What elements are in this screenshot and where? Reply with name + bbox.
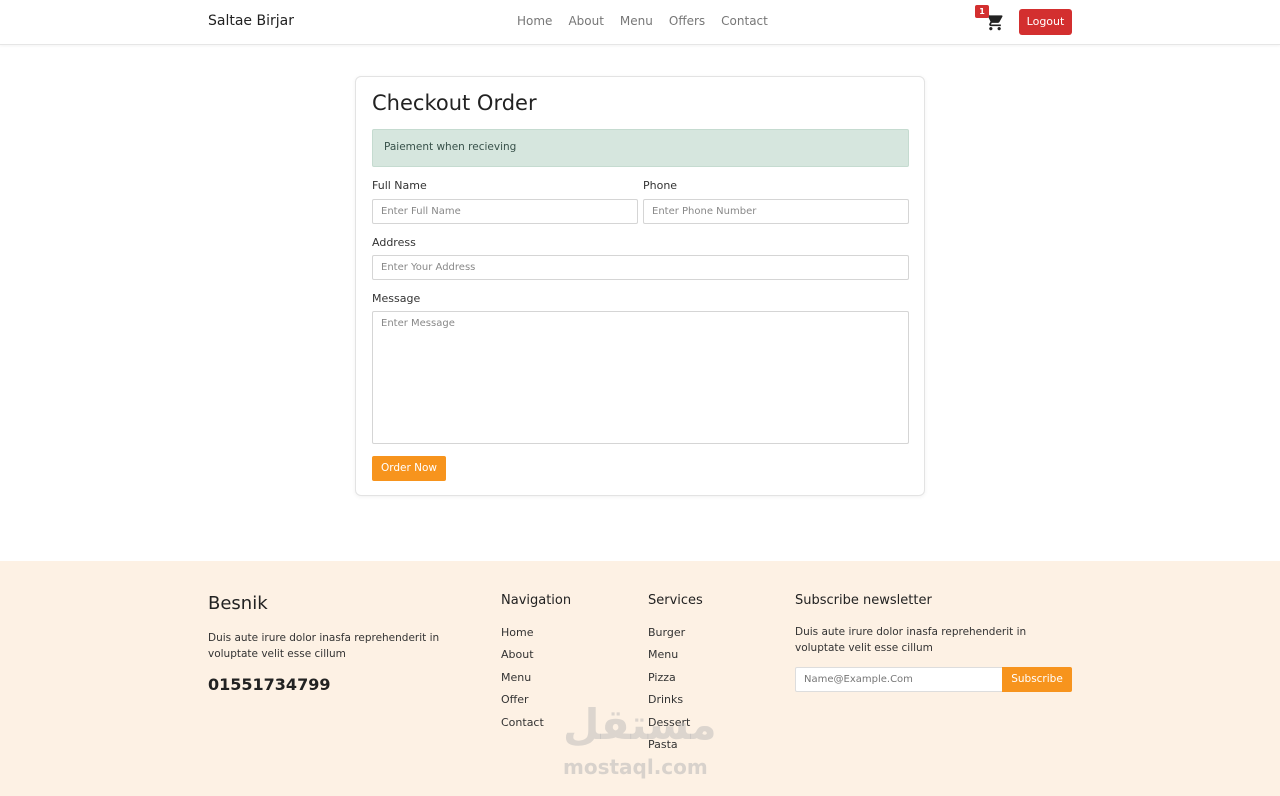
nav-link-menu[interactable]: Menu xyxy=(620,14,653,28)
phone-label: Phone xyxy=(643,179,678,192)
service-pizza[interactable]: Pizza xyxy=(648,671,690,693)
nav-link-about[interactable]: About xyxy=(568,14,603,28)
full-name-input[interactable]: Enter Full Name xyxy=(372,199,638,224)
nav-links: Home About Menu Offers Contact xyxy=(517,14,784,28)
navigation-title: Navigation xyxy=(501,593,572,608)
footer-brand: Besnik xyxy=(208,593,268,614)
address-input[interactable]: Enter Your Address xyxy=(372,255,909,280)
footer-nav-contact[interactable]: Contact xyxy=(501,716,544,738)
phone-input[interactable]: Enter Phone Number xyxy=(643,199,909,224)
service-burger[interactable]: Burger xyxy=(648,626,690,648)
message-textarea[interactable]: Enter Message xyxy=(372,311,909,444)
logout-button[interactable]: Logout xyxy=(1019,9,1072,35)
checkout-title: Checkout Order xyxy=(372,91,537,115)
nav-link-contact[interactable]: Contact xyxy=(721,14,768,28)
subscribe-button[interactable]: Subscribe xyxy=(1002,667,1072,692)
address-label: Address xyxy=(372,236,416,249)
footer-nav-menu[interactable]: Menu xyxy=(501,671,544,693)
nav-link-home[interactable]: Home xyxy=(517,14,552,28)
footer-nav-offer[interactable]: Offer xyxy=(501,693,544,715)
service-menu[interactable]: Menu xyxy=(648,648,690,670)
cart-count-badge: 1 xyxy=(975,5,989,18)
footer-phone: 01551734799 xyxy=(208,675,331,694)
checkout-card: Checkout Order Paiement when recieving F… xyxy=(355,76,925,496)
footer-description: Duis aute irure dolor inasfa reprehender… xyxy=(208,632,440,660)
footer-navigation-list: Home About Menu Offer Contact xyxy=(501,626,544,738)
full-name-label: Full Name xyxy=(372,179,427,192)
watermark-latin: mostaql.com xyxy=(563,755,708,779)
watermark-arabic: مستقل xyxy=(563,700,717,749)
newsletter-description: Duis aute irure dolor inasfa reprehender… xyxy=(795,626,1027,654)
message-label: Message xyxy=(372,292,421,305)
newsletter-email-input[interactable]: Name@Example.Com xyxy=(795,667,1003,692)
footer-nav-home[interactable]: Home xyxy=(501,626,544,648)
brand-logo[interactable]: Saltae Birjar xyxy=(208,13,294,29)
footer-nav-about[interactable]: About xyxy=(501,648,544,670)
newsletter-title: Subscribe newsletter xyxy=(795,593,932,608)
order-now-button[interactable]: Order Now xyxy=(372,456,446,481)
services-title: Services xyxy=(648,593,703,608)
nav-link-offers[interactable]: Offers xyxy=(669,14,705,28)
navbar: Saltae Birjar Home About Menu Offers Con… xyxy=(0,0,1280,45)
payment-notice: Paiement when recieving xyxy=(372,129,909,167)
